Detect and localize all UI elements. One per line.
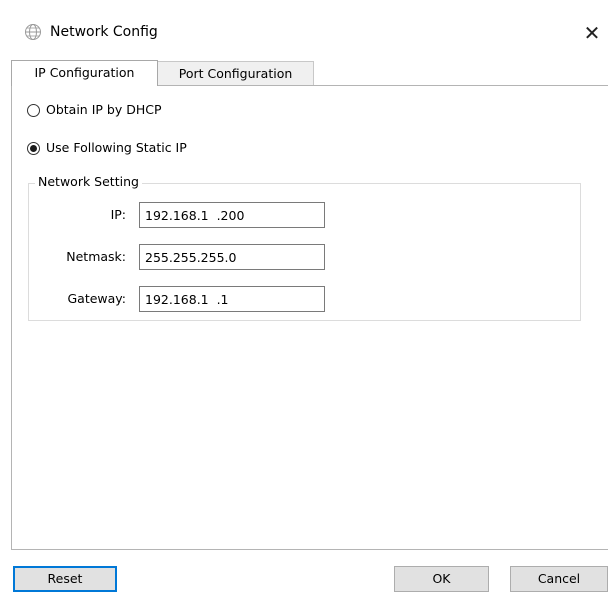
cancel-button[interactable]: Cancel: [510, 566, 608, 592]
ip-label: IP:: [110, 207, 126, 222]
globe-icon: [25, 24, 41, 40]
dhcp-radio-label: Obtain IP by DHCP: [46, 102, 162, 117]
network-setting-legend: Network Setting: [35, 174, 142, 190]
ok-button[interactable]: OK: [394, 566, 489, 592]
gateway-input[interactable]: [139, 286, 325, 312]
static-ip-radio-option[interactable]: Use Following Static IP: [27, 139, 187, 157]
reset-button[interactable]: Reset: [13, 566, 117, 592]
close-icon[interactable]: ✕: [576, 17, 608, 49]
dhcp-radio-option[interactable]: Obtain IP by DHCP: [27, 101, 162, 119]
tab-port-configuration[interactable]: Port Configuration: [157, 61, 314, 85]
dhcp-radio[interactable]: [27, 103, 40, 117]
window-title: Network Config: [50, 24, 158, 40]
static-ip-radio[interactable]: [27, 141, 40, 155]
static-ip-radio-label: Use Following Static IP: [46, 140, 187, 155]
ip-input[interactable]: [139, 202, 325, 228]
gateway-label: Gateway:: [67, 291, 126, 306]
netmask-input[interactable]: [139, 244, 325, 270]
title-bar: Network Config ✕: [0, 0, 608, 58]
tab-ip-configuration[interactable]: IP Configuration: [11, 60, 158, 86]
netmask-label: Netmask:: [66, 249, 126, 264]
